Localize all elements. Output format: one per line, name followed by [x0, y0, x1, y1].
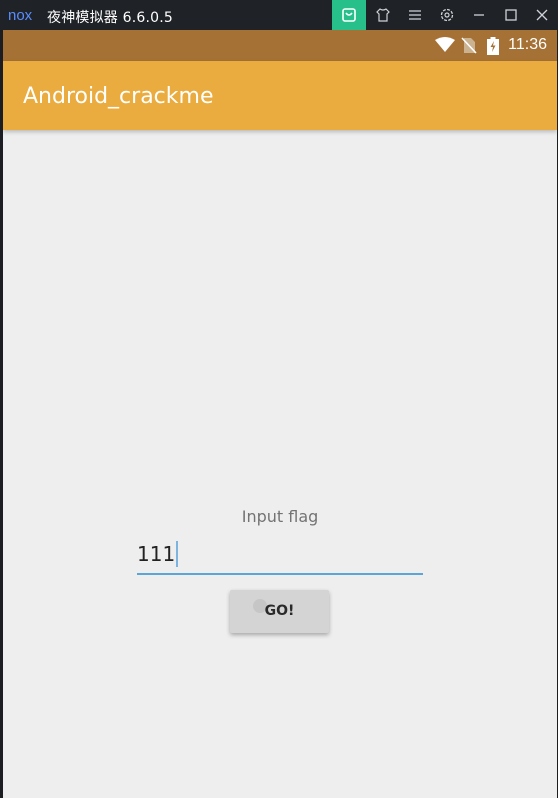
app-store-icon: [342, 8, 356, 22]
no-sim-icon: [461, 37, 477, 54]
minimize-icon: [474, 14, 484, 16]
menu-button[interactable]: [399, 0, 431, 30]
skin-icon: [376, 8, 390, 22]
android-screen: 11:36 Android_crackme Input flag 111 GO!: [3, 30, 557, 798]
battery-icon: [487, 37, 499, 55]
app-store-button[interactable]: [332, 0, 366, 30]
window-title: 夜神模拟器 6.6.0.5: [47, 10, 174, 26]
flag-input[interactable]: 111: [137, 535, 423, 575]
app-bar: Android_crackme: [3, 61, 557, 130]
svg-text:nox: nox: [8, 7, 33, 23]
close-icon: [536, 9, 548, 21]
minimize-button[interactable]: [463, 0, 495, 30]
status-time: 11:36: [508, 36, 547, 53]
settings-icon: [440, 8, 454, 22]
wifi-icon: [435, 37, 455, 52]
text-caret: [176, 541, 178, 567]
status-bar: 11:36: [3, 30, 557, 61]
app-title: Android_crackme: [23, 84, 214, 109]
input-flag-label: Input flag: [241, 507, 319, 526]
settings-button[interactable]: [431, 0, 463, 30]
maximize-icon: [505, 9, 517, 21]
go-button[interactable]: GO!: [230, 590, 329, 633]
menu-icon: [409, 10, 421, 20]
close-button[interactable]: [526, 0, 558, 30]
skin-button[interactable]: [367, 0, 399, 30]
nox-logo-icon: nox: [8, 7, 33, 23]
emulator-titlebar: nox 夜神模拟器 6.6.0.5: [0, 0, 558, 30]
go-button-label: GO!: [264, 603, 295, 619]
flag-input-value: 111: [137, 542, 176, 566]
maximize-button[interactable]: [495, 0, 527, 30]
